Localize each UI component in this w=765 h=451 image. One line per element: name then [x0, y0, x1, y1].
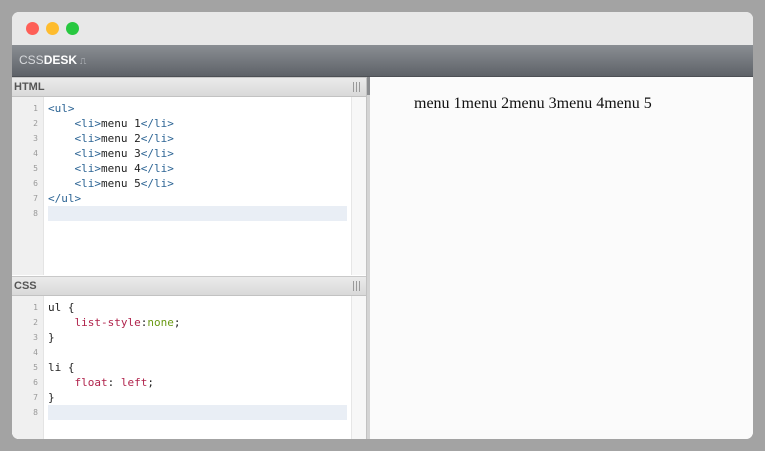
code-line-text: list-style:none; — [48, 315, 181, 330]
maximize-window-button[interactable] — [66, 22, 79, 35]
code-line-text: } — [48, 330, 55, 345]
code-token: ; — [147, 376, 154, 389]
code-line-text: <li>menu 4</li> — [48, 161, 174, 176]
code-line[interactable] — [12, 345, 351, 360]
code-line[interactable]: <li>menu 2</li> — [12, 131, 351, 146]
html-panel-header: HTML — [12, 77, 366, 97]
css-panel-title: CSS — [14, 280, 37, 292]
code-token: menu 5 — [101, 177, 141, 190]
code-line[interactable]: float: left; — [12, 375, 351, 390]
code-line-text: <li>menu 1</li> — [48, 116, 174, 131]
code-line-text: li { — [48, 360, 75, 375]
code-tag-token: </li> — [140, 177, 174, 190]
code-line-text: <li>menu 3</li> — [48, 146, 174, 161]
css-panel-header: CSS — [12, 276, 366, 296]
code-token: } — [48, 331, 55, 344]
code-line[interactable]: } — [12, 330, 351, 345]
code-tag-token: </li> — [140, 132, 174, 145]
minimize-window-button[interactable] — [46, 22, 59, 35]
code-property-token: left — [120, 376, 148, 389]
code-token: li { — [48, 361, 75, 374]
code-token: menu 4 — [101, 162, 141, 175]
code-property-token: list-style — [74, 316, 141, 329]
logo-text-desk: DESK — [43, 53, 78, 67]
css-code-editor[interactable]: 1 ul {2 list-style:none; 3} 4 5 li {6 float: … — [12, 296, 366, 439]
code-line-text: <li>menu 2</li> — [48, 131, 174, 146]
code-tag-token: <li> — [74, 117, 102, 130]
code-tag-token: <li> — [74, 162, 102, 175]
app-window: CSSDESK ⎍ HTML 1 <ul> 2 <li>menu 1</li> 3 <l… — [12, 12, 753, 439]
code-line-text: <li>menu 5</li> — [48, 176, 174, 191]
code-property-token: float — [74, 376, 108, 389]
code-line-text: } — [48, 390, 55, 405]
code-line-text: <ul> — [48, 101, 75, 116]
code-line[interactable]: </ul> — [12, 191, 351, 206]
code-line[interactable]: list-style:none; — [12, 315, 351, 330]
code-line[interactable]: } — [12, 390, 351, 405]
code-tag-token: <ul> — [48, 102, 75, 115]
code-tag-token: <li> — [74, 177, 102, 190]
code-line[interactable] — [12, 405, 351, 420]
code-tag-token: <li> — [74, 147, 102, 160]
code-line[interactable] — [12, 206, 351, 221]
close-window-button[interactable] — [26, 22, 39, 35]
code-token: } — [48, 391, 55, 404]
preview-output: menu 1menu 2menu 3menu 4menu 5 — [414, 95, 652, 112]
preview-pane: menu 1menu 2menu 3menu 4menu 5 — [370, 77, 753, 439]
code-line-text: float: left; — [48, 375, 155, 390]
code-tag-token: <li> — [74, 132, 102, 145]
logo-mark-icon: ⎍ — [80, 56, 87, 66]
code-line[interactable]: <li>menu 4</li> — [12, 161, 351, 176]
code-token: : — [107, 376, 121, 389]
code-tag-token: </li> — [140, 162, 174, 175]
code-line[interactable]: li { — [12, 360, 351, 375]
code-line[interactable]: <li>menu 5</li> — [12, 176, 351, 191]
code-token: menu 1 — [101, 117, 141, 130]
css-editor-scrollbar[interactable] — [351, 296, 366, 439]
code-token: ul { — [48, 301, 75, 314]
code-tag-token: </li> — [140, 117, 174, 130]
code-token: ; — [173, 316, 181, 329]
code-value-token: none — [147, 316, 174, 329]
html-panel-resize-grip-icon[interactable] — [353, 82, 362, 92]
title-bar — [12, 12, 753, 45]
code-line[interactable]: ul { — [12, 300, 351, 315]
html-code-editor[interactable]: 1 <ul> 2 <li>menu 1</li> 3 <li>menu 2</li> 4… — [12, 97, 366, 275]
cssdesk-logo[interactable]: CSSDESK ⎍ — [19, 53, 86, 68]
code-line[interactable]: <ul> — [12, 101, 351, 116]
code-line[interactable]: <li>menu 1</li> — [12, 116, 351, 131]
code-tag-token: </li> — [140, 147, 174, 160]
code-token: menu 2 — [101, 132, 141, 145]
code-line-text: </ul> — [48, 191, 81, 206]
code-line[interactable]: <li>menu 3</li> — [12, 146, 351, 161]
editor-column: HTML 1 <ul> 2 <li>menu 1</li> 3 <li>menu 2<… — [12, 77, 366, 439]
html-editor-scrollbar[interactable] — [351, 97, 366, 275]
html-panel-title: HTML — [14, 81, 45, 93]
code-token: menu 3 — [101, 147, 141, 160]
code-tag-token: </ul> — [48, 192, 82, 205]
app-toolbar: CSSDESK ⎍ — [12, 45, 753, 77]
code-line-text: ul { — [48, 300, 75, 315]
logo-text-css: CSS — [19, 53, 44, 67]
css-panel-resize-grip-icon[interactable] — [353, 281, 362, 291]
